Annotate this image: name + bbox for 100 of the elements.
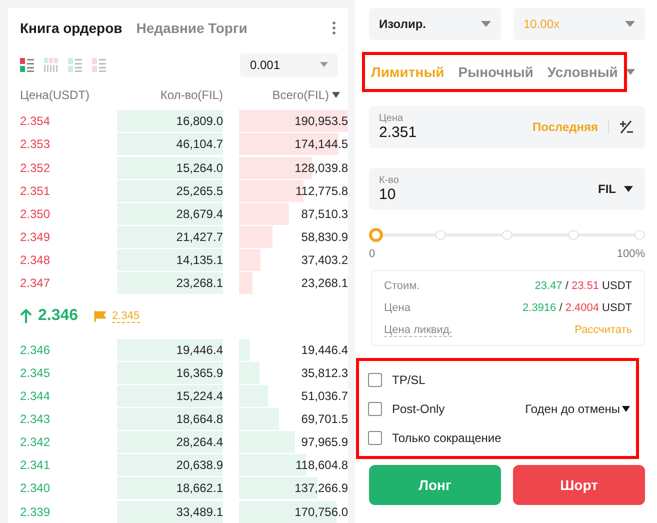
sort-icon[interactable] — [332, 92, 340, 98]
last-price-button[interactable]: Последняя — [532, 120, 598, 134]
total-cell: 112,775.8 — [239, 180, 348, 202]
layout-icon[interactable] — [20, 58, 34, 72]
ask-price: 2.347 — [20, 276, 52, 290]
field-label: К-во — [379, 175, 400, 186]
more-icon[interactable] — [332, 21, 336, 36]
layout-icon[interactable] — [68, 58, 82, 72]
total-cell: 69,701.5 — [239, 408, 348, 430]
ask-price: 2.353 — [20, 137, 52, 152]
caret-icon — [480, 21, 490, 27]
column-header[interactable]: Всего(FIL) — [223, 88, 329, 102]
price-field[interactable]: Цена 2.351 Последняя — [369, 106, 645, 148]
quantity-cell: 16,365.9 — [117, 362, 223, 384]
info-value: 2.3916 / 2.4004 USDT — [522, 302, 632, 314]
info-label: Стоим. — [384, 280, 420, 292]
order-type-tab[interactable]: Рыночный — [458, 64, 534, 80]
field-label: Цена — [379, 113, 404, 124]
quantity-cell: 46,104.7 — [117, 133, 223, 156]
time-in-force-select[interactable]: Годен до отмены — [525, 402, 630, 416]
ask-price: 2.354 — [20, 114, 52, 128]
total-cell: 19,446.4 — [239, 339, 348, 362]
bid-price: 2.342 — [20, 435, 52, 450]
ask-price: 2.348 — [20, 252, 52, 267]
order-type-tab[interactable]: Лимитный — [371, 64, 444, 80]
total-cell: 128,039.8 — [239, 156, 348, 179]
book-tab[interactable]: Книга ордеров — [20, 20, 122, 36]
caret-icon — [622, 406, 630, 412]
leverage-select[interactable]: 10.00x — [514, 8, 645, 40]
short-button[interactable]: Шорт — [513, 465, 645, 505]
precision-select[interactable]: 0.001 — [240, 52, 338, 77]
bid-price: 2.346 — [20, 343, 52, 358]
total-cell: 97,965.9 — [239, 431, 348, 454]
quantity-cell: 18,664.8 — [117, 408, 223, 430]
plus-minus-icon[interactable] — [619, 120, 633, 134]
quantity-cell: 28,264.4 — [117, 431, 223, 454]
quantity-cell: 16,809.0 — [117, 110, 223, 132]
total-cell: 137,266.9 — [239, 477, 348, 500]
last-price: 2.346 — [38, 307, 78, 326]
ask-price: 2.349 — [20, 230, 52, 244]
total-cell: 35,812.3 — [239, 362, 348, 384]
info-value: 23.47 / 23.51 USDT — [534, 280, 632, 292]
slider-label: 100% — [616, 248, 645, 260]
quantity-cell: 28,679.4 — [117, 202, 223, 225]
book-tab[interactable]: Недавние Торги — [136, 20, 248, 36]
slider-label: 0 — [369, 248, 376, 260]
order-type-tab[interactable]: Условный — [547, 64, 635, 80]
info-label: Цена — [384, 302, 410, 314]
calculate-link[interactable]: Рассчитать — [574, 324, 632, 336]
quantity-cell: 33,489.1 — [117, 500, 223, 523]
ask-price: 2.350 — [20, 206, 52, 221]
checkbox[interactable] — [368, 430, 382, 444]
margin-mode-select[interactable]: Изолир. — [369, 8, 500, 40]
total-cell: 190,953.5 — [239, 110, 348, 132]
total-cell: 174,144.5 — [239, 133, 348, 156]
total-cell: 58,830.9 — [239, 226, 348, 248]
up-arrow-icon — [20, 309, 32, 324]
caret-icon — [320, 62, 328, 68]
checkbox[interactable] — [368, 372, 382, 386]
option-label: TP/SL — [392, 372, 426, 386]
ask-price: 2.352 — [20, 160, 52, 175]
info-label: Цена ликвид. — [384, 324, 452, 336]
quantity-cell: 23,268.1 — [117, 272, 223, 294]
total-cell: 118,604.8 — [239, 454, 348, 476]
quantity-cell: 14,135.1 — [117, 248, 223, 271]
total-cell: 51,036.7 — [239, 385, 348, 408]
flag-icon — [94, 310, 106, 322]
quantity-cell: 19,446.4 — [117, 339, 223, 362]
bid-price: 2.340 — [20, 481, 52, 496]
bid-price: 2.345 — [20, 366, 52, 380]
mark-price[interactable]: 2.345 — [112, 310, 140, 323]
total-cell: 87,510.3 — [239, 202, 348, 225]
quantity-cell: 15,264.0 — [117, 156, 223, 179]
slider-track[interactable] — [369, 228, 645, 242]
slider-handle[interactable] — [369, 228, 383, 242]
option-label: Только сокращение — [392, 430, 502, 444]
quantity-cell: 18,662.1 — [117, 477, 223, 500]
column-header: Кол-во(FIL) — [159, 88, 223, 102]
option-label: Post-Only — [392, 402, 445, 416]
field-value: 10 — [379, 186, 397, 203]
total-cell: 37,403.2 — [239, 248, 348, 271]
bid-price: 2.344 — [20, 389, 52, 404]
total-cell: 23,268.1 — [239, 272, 348, 294]
layout-icon[interactable] — [92, 58, 106, 72]
total-cell: 170,756.0 — [239, 500, 348, 523]
field-value: 2.351 — [379, 124, 418, 141]
bid-price: 2.341 — [20, 458, 52, 472]
bid-price: 2.343 — [20, 412, 52, 426]
quantity-cell: 15,224.4 — [117, 385, 223, 408]
quantity-cell: 25,265.5 — [117, 180, 223, 202]
caret-icon — [625, 21, 635, 27]
checkbox[interactable] — [368, 402, 382, 416]
ask-price: 2.351 — [20, 184, 52, 198]
column-header: Цена(USDT) — [20, 88, 91, 102]
caret-icon — [624, 186, 633, 192]
quantity-cell: 21,427.7 — [117, 226, 223, 248]
quantity-cell: 20,638.9 — [117, 454, 223, 476]
unit-select[interactable]: FIL — [598, 182, 633, 196]
quantity-field[interactable]: К-во 10 FIL — [369, 168, 645, 210]
long-button[interactable]: Лонг — [369, 465, 501, 505]
